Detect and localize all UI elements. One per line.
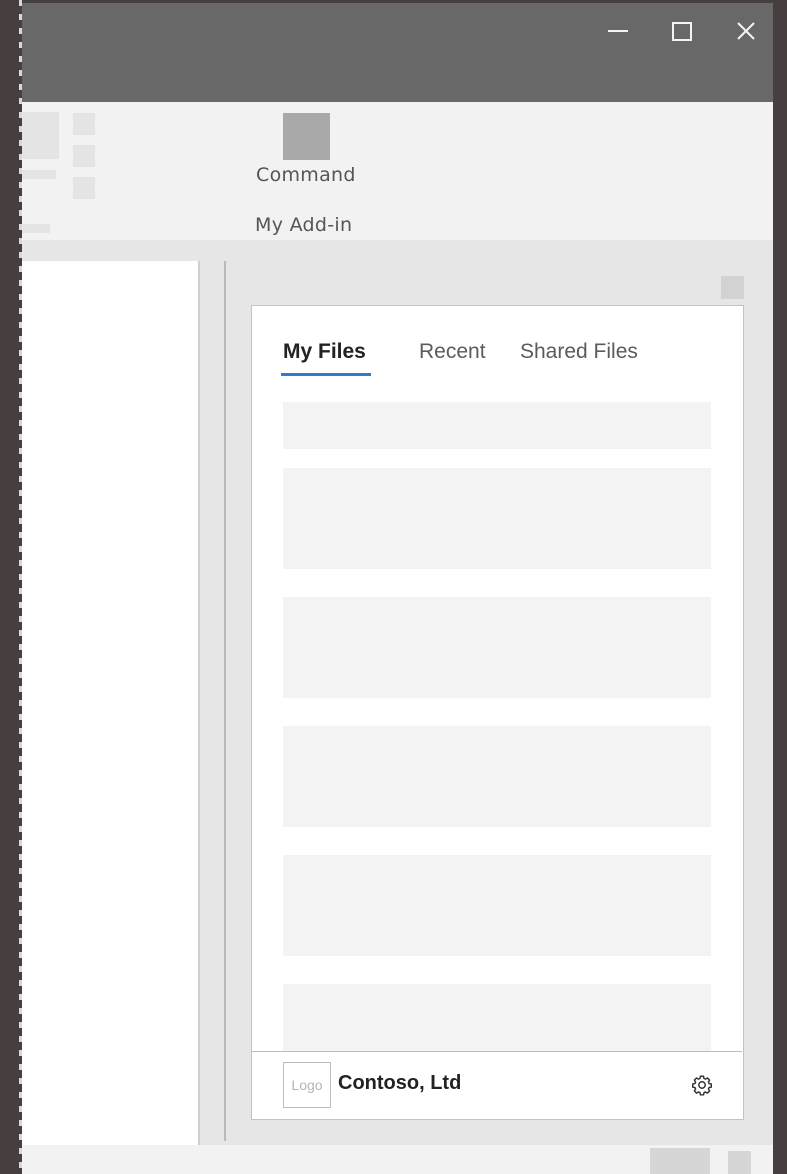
command-button-label[interactable]: Command	[256, 164, 356, 186]
view-mode-icon[interactable]	[650, 1148, 710, 1174]
taskpane-footer: Logo Contoso, Ltd	[252, 1051, 742, 1119]
title-bar	[22, 3, 773, 102]
ribbon-placeholder-large-icon	[22, 112, 59, 159]
command-icon[interactable]	[283, 113, 330, 160]
document-page[interactable]	[22, 261, 200, 1145]
list-item-placeholder[interactable]	[283, 468, 711, 569]
ribbon-placeholder-group-label	[22, 224, 50, 233]
settings-button[interactable]	[690, 1073, 714, 1097]
tab-recent[interactable]: Recent	[419, 340, 486, 364]
list-item-placeholder[interactable]	[283, 597, 711, 698]
tab-my-files[interactable]: My Files	[283, 340, 366, 364]
app-window: Command My Add-in My Files Recent Shared…	[22, 3, 773, 1174]
list-item-placeholder[interactable]	[283, 855, 711, 956]
status-bar	[22, 1145, 773, 1174]
list-item-placeholder[interactable]	[283, 726, 711, 827]
maximize-button[interactable]	[662, 13, 702, 49]
close-button[interactable]	[726, 13, 766, 49]
maximize-icon	[672, 21, 692, 41]
pane-splitter[interactable]	[224, 261, 226, 1141]
list-item-placeholder[interactable]	[283, 984, 711, 1054]
zoom-icon[interactable]	[728, 1151, 751, 1174]
add-in-taskpane: My Files Recent Shared Files Logo Contos…	[251, 305, 744, 1120]
company-logo: Logo	[283, 1062, 331, 1108]
ribbon-group-label: My Add-in	[255, 214, 353, 236]
company-name: Contoso, Ltd	[338, 1072, 462, 1094]
document-area: My Files Recent Shared Files Logo Contos…	[22, 240, 773, 1145]
ribbon-placeholder-small-icon	[73, 177, 95, 199]
close-icon	[737, 22, 755, 40]
minimize-button[interactable]	[598, 13, 638, 49]
selected-tab-indicator	[281, 373, 371, 376]
ribbon-placeholder-small-icon	[73, 145, 95, 167]
tab-shared-files[interactable]: Shared Files	[520, 340, 638, 364]
minimize-icon	[608, 30, 628, 32]
gear-icon	[692, 1075, 712, 1096]
ribbon-placeholder-small-icon	[73, 113, 95, 135]
taskpane-close-button[interactable]	[721, 276, 744, 299]
ribbon-placeholder-label	[22, 170, 56, 179]
ribbon: Command My Add-in	[22, 102, 773, 240]
list-item-placeholder[interactable]	[283, 402, 711, 449]
